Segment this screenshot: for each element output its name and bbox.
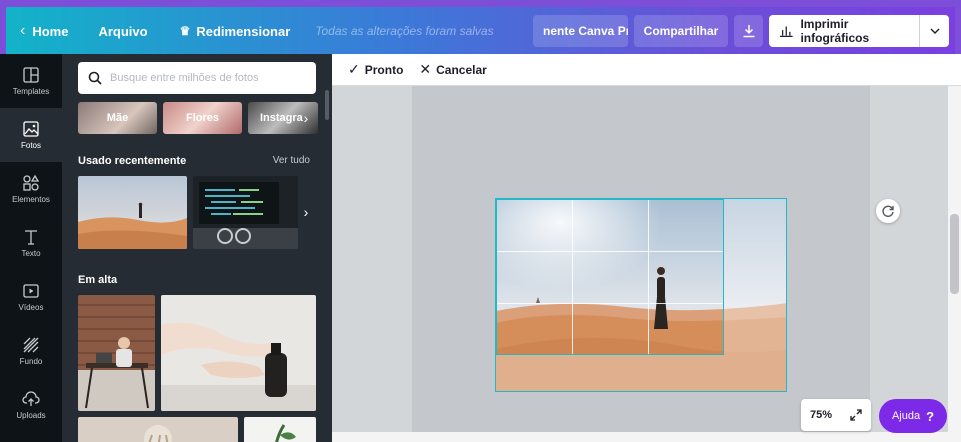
close-icon: ✕ [419, 61, 432, 77]
vertical-scroll-thumb[interactable] [950, 214, 959, 294]
zoom-control[interactable]: 75% [801, 399, 871, 431]
grid-line [497, 251, 723, 252]
crop-outside-right [724, 199, 786, 391]
rotate-button[interactable] [876, 199, 900, 223]
zoom-level: 75% [810, 409, 833, 421]
sparkle-icon: ♛ [179, 24, 191, 38]
trending-photo-soap[interactable] [161, 295, 316, 411]
recent-next-icon[interactable]: › [296, 202, 316, 222]
see-all-link[interactable]: Ver tudo [273, 155, 310, 166]
print-button[interactable]: Imprimir infográficos [769, 15, 949, 47]
save-status: Todas as alterações foram salvas [315, 24, 494, 38]
nav-background[interactable]: Fundo [0, 324, 62, 378]
nav-photos[interactable]: Fotos [0, 108, 62, 162]
help-question-mark: ? [926, 408, 935, 424]
nav-uploads[interactable]: Uploads [0, 378, 62, 432]
bar-chart-icon [779, 26, 793, 38]
grid-line [572, 200, 573, 354]
trending-photo-plant[interactable] [244, 417, 316, 442]
nav-videos[interactable]: Vídeos [0, 270, 62, 324]
panel-scrollbar[interactable] [325, 90, 329, 120]
top-bar: ‹ Home Arquivo ♛ Redimensionar Todas as … [0, 0, 961, 62]
category-chips: Mãe Flores Instagra [78, 102, 318, 134]
photo-search-input[interactable]: Busque entre milhões de fotos [78, 62, 316, 94]
nav-label: Vídeos [18, 303, 44, 312]
vertical-scrollbar[interactable] [948, 86, 961, 442]
chevron-down-icon [930, 28, 939, 34]
text-icon [25, 230, 37, 245]
uploads-icon [22, 391, 40, 406]
background-icon [23, 337, 39, 353]
editor-area: ✓ Pronto ✕ Cancelar 75% Ajuda ? [332, 54, 961, 442]
nav-elements[interactable]: Elementos [0, 162, 62, 216]
file-menu[interactable]: Arquivo [98, 24, 147, 39]
resize-button[interactable]: ♛ Redimensionar [180, 24, 291, 39]
home-link[interactable]: ‹ Home [20, 22, 68, 40]
nav-label: Elementos [12, 195, 50, 204]
crop-image[interactable] [495, 198, 787, 392]
print-label: Imprimir infográficos [800, 17, 870, 45]
rotate-icon [882, 205, 894, 217]
crop-outside-bottom [496, 355, 724, 391]
chevron-right-icon[interactable]: › [296, 108, 316, 128]
print-options-button[interactable] [919, 15, 949, 47]
crop-frame[interactable] [496, 199, 724, 355]
nav-templates[interactable]: Templates [0, 54, 62, 108]
search-placeholder: Busque entre milhões de fotos [110, 72, 259, 84]
help-label: Ajuda [891, 410, 921, 422]
elements-icon [23, 174, 40, 191]
nav-label: Fotos [20, 141, 41, 150]
trending-photo-office[interactable] [78, 295, 155, 411]
help-button[interactable]: Ajuda ? [879, 399, 947, 433]
done-button[interactable]: ✓ Pronto [348, 61, 403, 78]
expand-icon[interactable] [850, 409, 862, 421]
nav-label: Templates [12, 87, 50, 96]
chevron-left-icon: ‹ [20, 22, 26, 39]
home-label: Home [32, 23, 69, 39]
trending-title: Em alta [78, 274, 118, 286]
photos-panel: Busque entre milhões de fotos Mãe Flores… [62, 54, 332, 442]
download-icon [743, 25, 754, 38]
cancel-label: Cancelar [436, 62, 487, 77]
photos-icon [23, 121, 39, 137]
share-button[interactable]: Compartilhar [634, 15, 728, 47]
chip-flores[interactable]: Flores [163, 102, 242, 134]
nav-text[interactable]: Texto [0, 216, 62, 270]
horizontal-scrollbar[interactable] [332, 432, 948, 442]
download-button[interactable] [734, 15, 763, 47]
canva-pro-button[interactable]: nente Canva Pro [533, 15, 628, 47]
recent-photo-laptop[interactable] [193, 176, 298, 249]
recent-title: Usado recentemente [78, 155, 187, 167]
workspace [332, 86, 961, 442]
crop-toolbar: ✓ Pronto ✕ Cancelar [332, 54, 961, 86]
resize-label: Redimensionar [196, 23, 291, 39]
search-icon [88, 71, 102, 85]
cancel-button[interactable]: ✕ Cancelar [419, 61, 486, 78]
templates-icon [23, 67, 39, 83]
grid-line [497, 303, 723, 304]
nav-label: Texto [21, 249, 41, 258]
trending-photo-flowers[interactable] [78, 417, 238, 442]
nav-label: Uploads [16, 411, 46, 420]
done-label: Pronto [364, 62, 404, 77]
grid-line [648, 200, 649, 354]
check-icon: ✓ [348, 61, 360, 77]
chip-mae[interactable]: Mãe [78, 102, 157, 134]
recent-photo-desert[interactable] [78, 176, 187, 249]
video-icon [23, 284, 39, 298]
nav-label: Fundo [19, 357, 43, 366]
top-bar-gradient: ‹ Home Arquivo ♛ Redimensionar Todas as … [6, 7, 955, 55]
side-nav: Templates Fotos Elementos Texto Vídeos F… [0, 54, 62, 442]
